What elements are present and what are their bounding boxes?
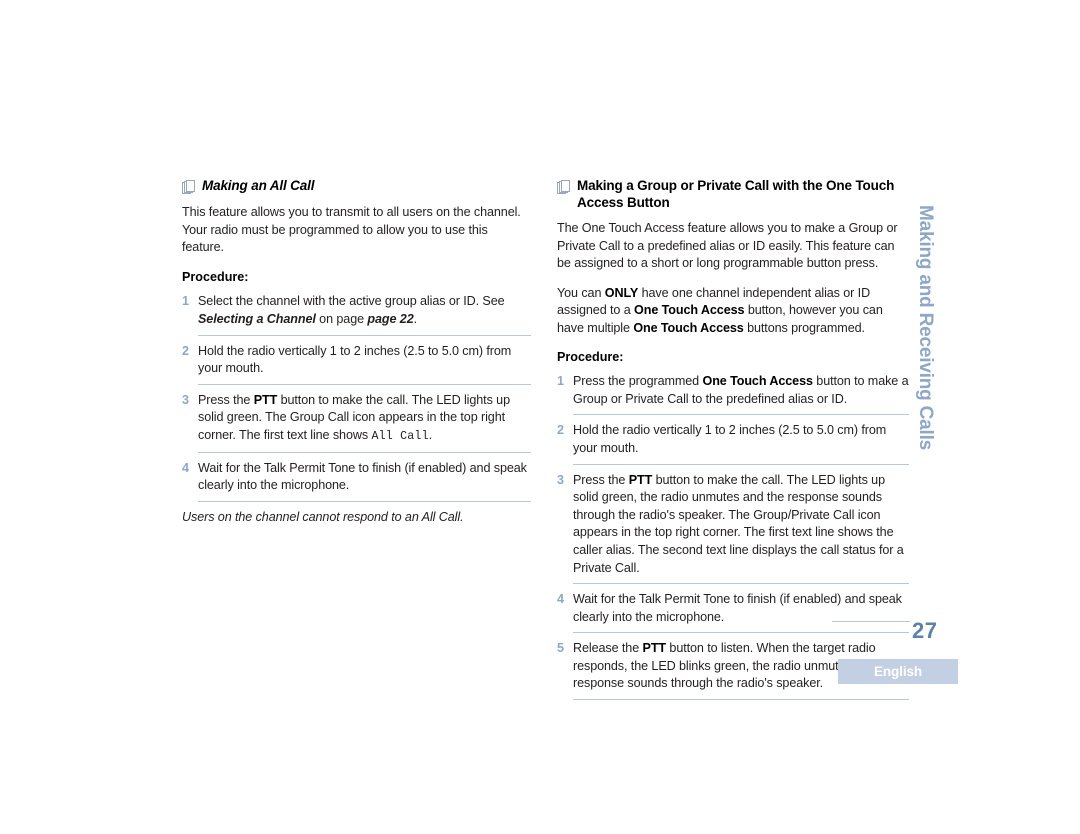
step-number: 3 — [557, 472, 565, 487]
footer-rule — [832, 621, 910, 622]
step-text: Press the PTT button to make the call. T… — [573, 472, 904, 575]
step-item: 2 Hold the radio vertically 1 to 2 inche… — [557, 422, 909, 465]
step-number: 2 — [182, 343, 190, 358]
document-pages-icon — [182, 180, 195, 195]
language-badge: English — [838, 659, 958, 684]
step-number: 5 — [557, 641, 565, 656]
step-text: Press the PTT button to make the call. T… — [198, 392, 510, 443]
step-text: Select the channel with the active group… — [198, 294, 505, 326]
chapter-tab-label: Making and Receiving Calls — [915, 205, 936, 451]
left-heading-text: Making an All Call — [202, 178, 315, 193]
step-item: 1 Select the channel with the active gro… — [182, 293, 531, 336]
step-number: 4 — [557, 592, 565, 607]
right-steps-list: 1 Press the programmed One Touch Access … — [557, 373, 909, 700]
right-procedure-label: Procedure: — [557, 349, 624, 364]
step-item: 4 Wait for the Talk Permit Tone to finis… — [182, 460, 531, 502]
step-text: Press the programmed One Touch Access bu… — [573, 374, 909, 406]
left-procedure-label: Procedure: — [182, 269, 249, 284]
document-pages-icon — [557, 180, 570, 195]
step-number: 1 — [182, 294, 190, 309]
step-item: 1 Press the programmed One Touch Access … — [557, 373, 909, 416]
step-text: Hold the radio vertically 1 to 2 inches … — [573, 423, 887, 455]
step-number: 2 — [557, 423, 565, 438]
step-item: 4 Wait for the Talk Permit Tone to finis… — [557, 591, 909, 634]
step-item: 2 Hold the radio vertically 1 to 2 inche… — [182, 343, 531, 385]
document-page: Making an All Call This feature allows y… — [0, 0, 1080, 834]
left-intro-paragraph: This feature allows you to transmit to a… — [182, 205, 521, 255]
page-number: 27 — [912, 618, 938, 643]
step-text: Hold the radio vertically 1 to 2 inches … — [198, 343, 512, 376]
right-column: Making a Group or Private Call with the … — [557, 178, 909, 707]
right-intro-paragraph-1: The One Touch Access feature allows you … — [557, 221, 898, 271]
right-heading-text: Making a Group or Private Call with the … — [577, 178, 895, 210]
step-number: 1 — [557, 374, 565, 389]
step-item: 3 Press the PTT button to make the call.… — [557, 472, 909, 585]
step-number: 3 — [182, 392, 190, 407]
left-note: Users on the channel cannot respond to a… — [182, 509, 464, 524]
left-section-heading: Making an All Call — [182, 178, 531, 195]
step-item: 3 Press the PTT button to make the call.… — [182, 392, 531, 453]
left-steps-list: 1 Select the channel with the active gro… — [182, 293, 531, 502]
step-text: Wait for the Talk Permit Tone to finish … — [198, 460, 527, 493]
step-number: 4 — [182, 460, 190, 475]
right-section-heading: Making a Group or Private Call with the … — [557, 178, 909, 211]
left-column: Making an All Call This feature allows y… — [182, 178, 531, 526]
right-intro-paragraph-2: You can ONLY have one channel independen… — [557, 285, 883, 335]
